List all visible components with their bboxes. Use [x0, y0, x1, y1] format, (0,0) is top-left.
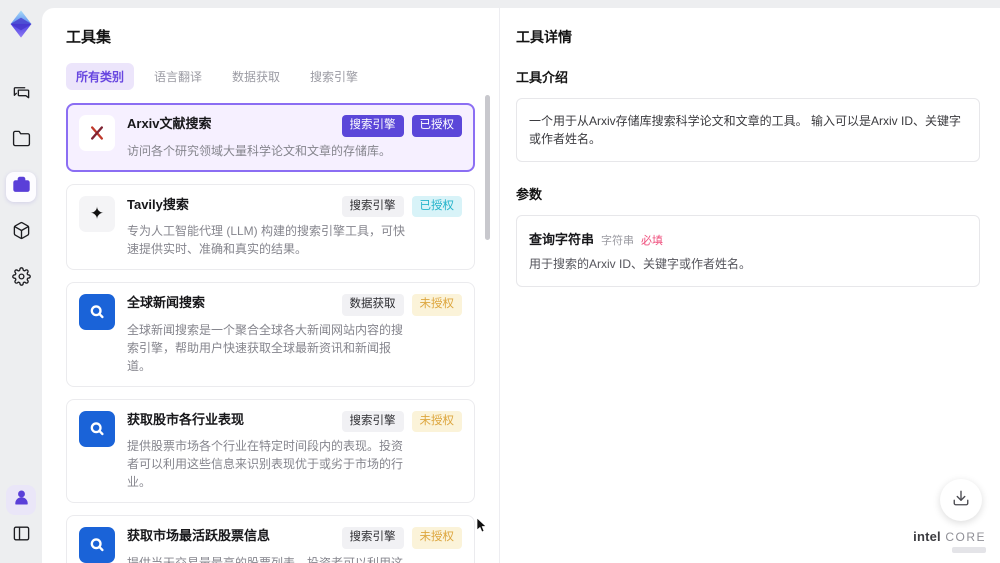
intel-logo-bar [952, 547, 986, 553]
tab-3[interactable]: 搜索引擎 [300, 63, 368, 90]
user-icon [12, 488, 31, 512]
tool-icon: ✦ [79, 195, 115, 232]
tool-description: 访问各个研究领域大量科学论文和文章的存储库。 [127, 143, 392, 158]
tool-icon [79, 294, 115, 330]
detail-title: 工具详情 [516, 29, 572, 45]
main-card: 工具集 所有类别 语言翻译 数据获取 搜索引擎 Arxiv文献搜索 搜索引擎 已授权 … [42, 8, 1000, 563]
intro-text: 一个用于从Arxiv存储库搜索科学论文和文章的工具。 输入可以是Arxiv ID… [529, 114, 962, 146]
intel-core-logo: intel CORE [913, 530, 986, 553]
download-icon [952, 489, 970, 512]
tool-list-panel: 工具集 所有类别 语言翻译 数据获取 搜索引擎 Arxiv文献搜索 搜索引擎 已授权 … [42, 8, 500, 563]
tool-category-badge: 搜索引擎 [341, 410, 404, 432]
tool-status-badge: 已授权 [411, 195, 462, 217]
tool-card[interactable]: ✦ Tavily搜索 搜索引擎 已授权 专为人工智能代理 (LLM) 构建的搜索… [66, 183, 475, 270]
tool-card[interactable]: 获取股市各行业表现 搜索引擎 未授权 提供股票市场各个行业在特定时间段内的表现。… [66, 398, 475, 503]
panel-toggle-icon [12, 524, 31, 548]
sidebar-item-account[interactable] [6, 485, 36, 515]
tool-name: 全球新闻搜索 [127, 295, 206, 310]
tool-description: 提供股票市场各个行业在特定时间段内的表现。投资者可以利用这些信息来识别表现优于或… [127, 439, 404, 489]
param-box: 查询字符串 字符串 必填 用于搜索的Arxiv ID、关键字或作者姓名。 [516, 215, 980, 287]
tool-category-badge: 搜索引擎 [341, 115, 404, 137]
tool-list: Arxiv文献搜索 搜索引擎 已授权 访问各个研究领域大量科学论文和文章的存储库… [66, 103, 475, 563]
tool-detail-panel: 工具详情 工具介绍 一个用于从Arxiv存储库搜索科学论文和文章的工具。 输入可… [500, 8, 1000, 563]
tool-status-badge: 已授权 [411, 115, 462, 137]
tool-icon [79, 527, 115, 563]
tab-1[interactable]: 语言翻译 [144, 63, 212, 90]
intro-heading: 工具介绍 [516, 70, 569, 85]
param-name: 查询字符串 [529, 232, 595, 247]
param-description: 用于搜索的Arxiv ID、关键字或作者姓名。 [529, 257, 752, 271]
sidebar-item-chat[interactable] [6, 80, 36, 110]
tool-card[interactable]: Arxiv文献搜索 搜索引擎 已授权 访问各个研究领域大量科学论文和文章的存储库… [66, 103, 475, 172]
sidebar-item-panel-toggle[interactable] [6, 521, 36, 551]
app-root: 工具集 所有类别 语言翻译 数据获取 搜索引擎 Arxiv文献搜索 搜索引擎 已授权 … [0, 0, 1000, 563]
tool-icon [79, 410, 115, 447]
scrollbar-thumb[interactable] [485, 95, 490, 240]
page-title: 工具集 [66, 29, 112, 46]
tool-description: 全球新闻搜索是一个聚合全球各大新闻网站内容的搜索引擎，帮助用户快速获取全球最新资… [127, 322, 404, 373]
sidebar-item-tools[interactable] [6, 172, 36, 202]
download-button[interactable] [940, 479, 982, 521]
briefcase-icon [12, 175, 31, 199]
cube-icon [12, 221, 31, 245]
intel-wordmark: intel [913, 529, 941, 544]
intro-box: 一个用于从Arxiv存储库搜索科学论文和文章的工具。 输入可以是Arxiv ID… [516, 98, 980, 162]
tool-category-badge: 搜索引擎 [341, 527, 404, 549]
tool-name: 获取股市各行业表现 [127, 411, 245, 427]
param-type: 字符串 [601, 235, 635, 247]
sidebar-item-files[interactable] [6, 126, 36, 156]
gear-icon [11, 267, 31, 291]
app-logo-icon [5, 8, 37, 40]
tool-name: Tavily搜索 [127, 196, 189, 212]
tool-card[interactable]: 获取市场最活跃股票信息 搜索引擎 未授权 提供当天交易量最高的股票列表，投资者可… [66, 515, 475, 563]
sidebar-item-settings[interactable] [6, 264, 36, 294]
tool-status-badge: 未授权 [411, 527, 462, 549]
folder-icon [12, 129, 31, 153]
tab-0[interactable]: 所有类别 [66, 63, 135, 90]
tool-name: 获取市场最活跃股票信息 [127, 528, 271, 543]
tool-description: 专为人工智能代理 (LLM) 构建的搜索引擎工具，可快速提供实时、准确和真实的结… [127, 224, 406, 256]
tool-status-badge: 未授权 [411, 294, 462, 316]
tool-card[interactable]: 全球新闻搜索 数据获取 未授权 全球新闻搜索是一个聚合全球各大新闻网站内容的搜索… [66, 282, 475, 387]
tool-status-badge: 未授权 [411, 410, 462, 432]
core-wordmark: CORE [945, 530, 986, 544]
tool-name: Arxiv文献搜索 [127, 116, 212, 131]
tool-category-badge: 搜索引擎 [341, 195, 404, 217]
param-required-badge: 必填 [641, 235, 664, 247]
tab-2[interactable]: 数据获取 [222, 63, 290, 90]
tool-description: 提供当天交易量最高的股票列表，投资者可以利用这些信息来识别流动性强的股票和潜在的… [127, 555, 404, 563]
tool-category-badge: 数据获取 [341, 294, 404, 316]
category-tabs: 所有类别 语言翻译 数据获取 搜索引擎 [66, 63, 475, 90]
tool-icon [79, 115, 115, 151]
chat-icon [12, 83, 31, 107]
left-rail [0, 0, 42, 563]
params-heading: 参数 [516, 187, 543, 202]
sidebar-item-models[interactable] [6, 218, 36, 248]
